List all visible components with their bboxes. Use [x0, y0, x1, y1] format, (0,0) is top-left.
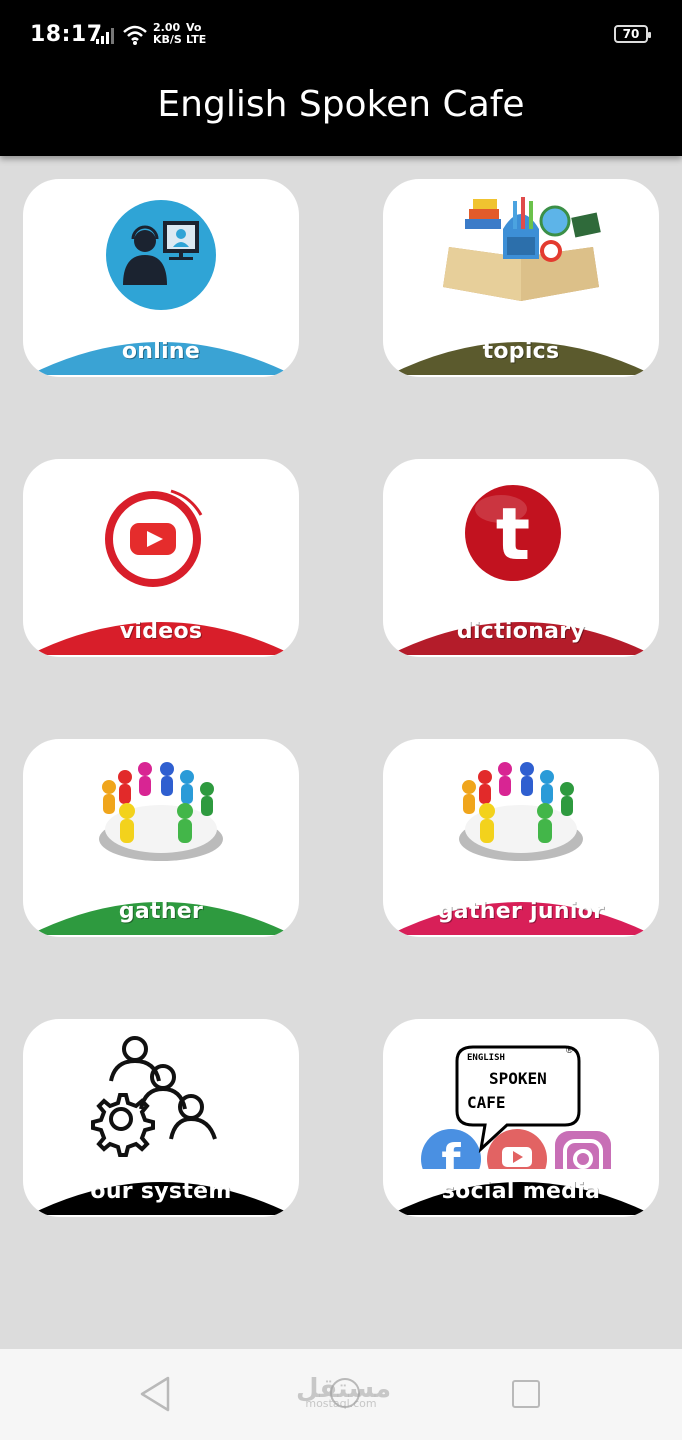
card-social-media[interactable]: f ENGLISH SPOKEN CAFE ® social media — [383, 1019, 659, 1217]
svg-text:f: f — [441, 1135, 461, 1169]
people-roundtable-icon — [459, 762, 583, 861]
books-topics-icon — [443, 197, 601, 301]
registered-mark: ® — [566, 1045, 573, 1055]
card-topics[interactable]: topics — [383, 179, 659, 377]
volte-indicator: Vo LTE — [186, 22, 206, 46]
gear-people-icon — [91, 1036, 217, 1157]
card-label: online — [121, 339, 201, 364]
signal-icon — [96, 28, 114, 44]
card-our-system[interactable]: our system — [23, 1019, 299, 1217]
card-dictionary[interactable]: t dictionary — [383, 459, 659, 657]
card-online[interactable]: online — [23, 179, 299, 377]
people-roundtable-icon — [99, 762, 223, 861]
watermark-sub: mostaql.com — [305, 1397, 377, 1410]
logo-line-2: SPOKEN — [489, 1069, 547, 1088]
card-label: topics — [482, 339, 560, 364]
network-speed: 2.00 KB/S — [153, 22, 182, 46]
app-title: English Spoken Cafe — [157, 84, 525, 125]
card-label: gather — [118, 899, 204, 924]
battery-icon: 70 — [614, 25, 651, 43]
card-gather[interactable]: gather — [23, 739, 299, 937]
dictionary-t-icon: t — [465, 485, 561, 581]
card-label: gather junior — [437, 899, 605, 924]
logo-line-3: CAFE — [467, 1093, 506, 1112]
wifi-icon — [123, 25, 147, 45]
logo-line-1: ENGLISH — [467, 1053, 505, 1063]
card-label: our system — [90, 1179, 232, 1204]
social-media-icon: f — [421, 1045, 611, 1169]
card-gather-junior[interactable]: gather junior — [383, 739, 659, 937]
back-triangle-icon[interactable] — [138, 1376, 172, 1412]
card-label: videos — [119, 619, 203, 644]
status-bar: 18:17 2.00 KB/S Vo LTE 70 — [0, 0, 682, 68]
app-bar: English Spoken Cafe — [0, 68, 682, 156]
speed-unit: KB/S — [153, 33, 182, 46]
online-teacher-icon — [106, 200, 216, 310]
card-label: dictionary — [456, 619, 586, 644]
youtube-play-icon — [105, 489, 203, 587]
card-videos[interactable]: videos — [23, 459, 299, 657]
svg-text:t: t — [496, 492, 530, 576]
card-label: social media — [441, 1179, 601, 1204]
volte-bottom: LTE — [186, 33, 207, 46]
clock: 18:17 — [30, 22, 103, 47]
recent-square-icon[interactable] — [512, 1380, 540, 1408]
